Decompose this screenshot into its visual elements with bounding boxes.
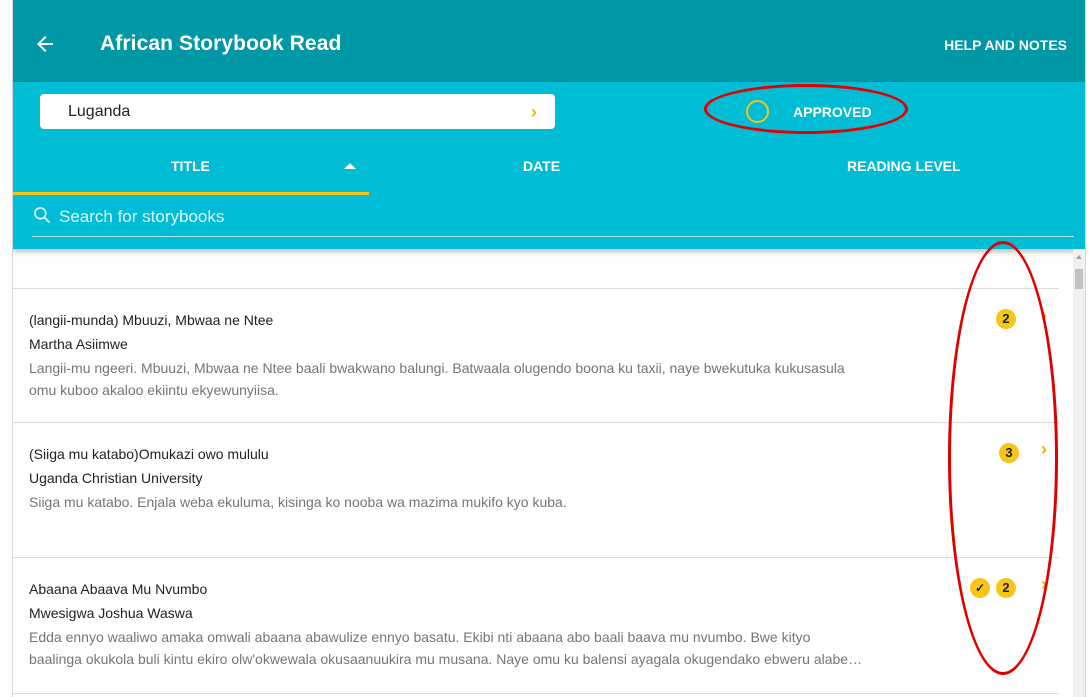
- filter-bar: Luganda › APPROVED TITLE DATE READING LE…: [13, 82, 1085, 249]
- story-author: Mwesigwa Joshua Waswa: [29, 605, 193, 621]
- help-and-notes-link[interactable]: HELP AND NOTES: [944, 37, 1067, 53]
- story-description: Langii-mu ngeeri. Mbuuzi, Mbwaa ne Ntee …: [29, 360, 845, 398]
- reading-level-badge: 2: [996, 309, 1016, 329]
- sort-tabs: TITLE DATE READING LEVEL: [13, 142, 1085, 195]
- story-author: Uganda Christian University: [29, 470, 203, 486]
- search-placeholder: Search for storybooks: [59, 207, 225, 226]
- app-frame: African Storybook Read HELP AND NOTES Lu…: [12, 0, 1086, 697]
- chevron-right-icon[interactable]: ›: [1041, 439, 1047, 460]
- sort-ascending-icon[interactable]: [344, 163, 356, 169]
- reading-level-badge: 3: [999, 443, 1019, 463]
- scroll-up-icon[interactable]: [1076, 255, 1082, 259]
- list-item[interactable]: Abaana Abaava Mu Nvumbo Mwesigwa Joshua …: [13, 557, 1059, 694]
- list-scrollbar[interactable]: [1073, 249, 1085, 697]
- list-item[interactable]: (langii-munda) Mbuuzi, Mbwaa ne Ntee Mar…: [13, 288, 1059, 422]
- story-title: (Siiga mu katabo)Omukazi owo mululu: [29, 446, 269, 462]
- story-title: (langii-munda) Mbuuzi, Mbwaa ne Ntee: [29, 312, 274, 328]
- story-author: Martha Asiimwe: [29, 336, 128, 352]
- language-value: Luganda: [68, 103, 131, 120]
- language-selector[interactable]: Luganda ›: [40, 94, 555, 129]
- chevron-right-icon[interactable]: ›: [1041, 574, 1047, 595]
- chevron-right-icon[interactable]: ›: [1041, 305, 1047, 326]
- search-field[interactable]: Search for storybooks: [32, 202, 1074, 237]
- story-description: Siiga mu katabo. Enjala weba ekuluma, ki…: [29, 494, 567, 510]
- tab-reading-level[interactable]: READING LEVEL: [847, 158, 961, 174]
- app-header: African Storybook Read HELP AND NOTES: [13, 0, 1085, 94]
- list-item[interactable]: (Siiga mu katabo)Omukazi owo mululu Ugan…: [13, 422, 1059, 557]
- story-title: Abaana Abaava Mu Nvumbo: [29, 581, 208, 597]
- active-tab-indicator: [13, 192, 369, 195]
- approved-label: APPROVED: [793, 103, 872, 120]
- approved-check-icon: ✓: [970, 578, 990, 598]
- search-icon: [34, 207, 51, 224]
- tab-date[interactable]: DATE: [523, 158, 560, 174]
- storybook-list: (langii-munda) Mbuuzi, Mbwaa ne Ntee Mar…: [13, 249, 1073, 697]
- app-title: African Storybook Read: [100, 32, 342, 55]
- radio-circle-icon[interactable]: [746, 100, 769, 123]
- story-description: Edda ennyo waaliwo amaka omwali abaana a…: [29, 629, 863, 667]
- arrow-left-icon[interactable]: [33, 28, 65, 60]
- approved-toggle[interactable]: APPROVED: [746, 100, 872, 123]
- chevron-right-icon: ›: [531, 102, 537, 122]
- tab-title[interactable]: TITLE: [171, 158, 210, 174]
- reading-level-badge: 2: [996, 578, 1016, 598]
- scrollbar-thumb[interactable]: [1075, 269, 1083, 289]
